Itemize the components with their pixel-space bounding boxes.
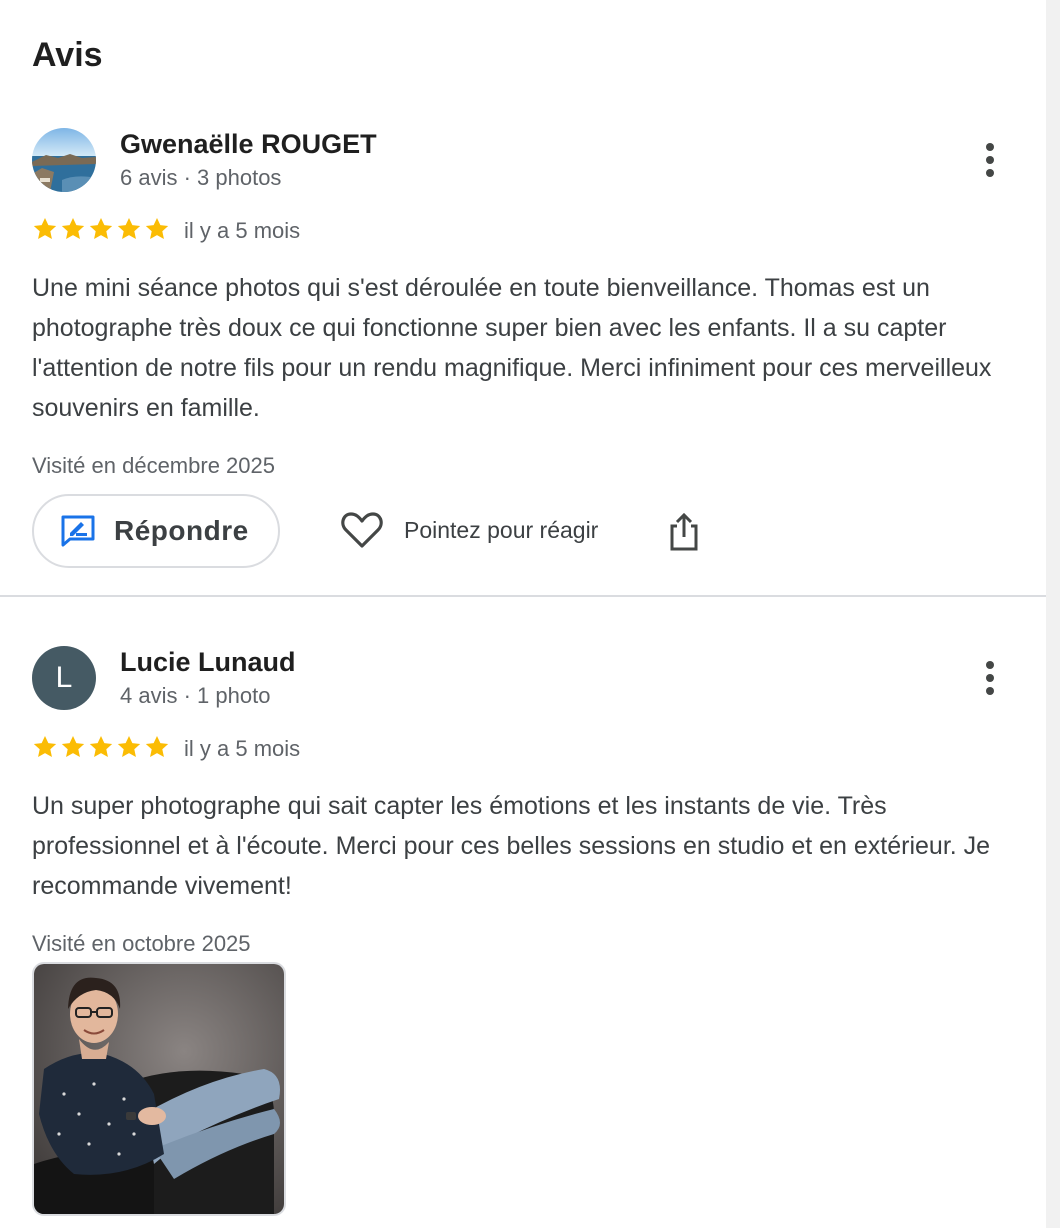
- reviews-page: Avis Gwenaëlle ROUGET 6 avis · 3 photos: [0, 0, 1060, 1228]
- avatar[interactable]: L: [32, 646, 96, 710]
- author-meta: 4 avis · 1 photo: [120, 683, 271, 708]
- author-meta: 6 avis · 3 photos: [120, 165, 282, 190]
- more-options-button[interactable]: [972, 140, 1008, 180]
- star-rating: [32, 734, 170, 760]
- more-vert-icon: [986, 143, 994, 177]
- heart-outline-icon: [341, 512, 383, 548]
- review-text: Un super photographe qui sait capter les…: [32, 792, 991, 900]
- star-icon: [145, 217, 169, 239]
- share-icon: [670, 512, 698, 551]
- star-icon: [33, 735, 57, 757]
- scrollbar-track[interactable]: [1046, 0, 1060, 1228]
- visited-date: Visité en décembre 2025: [32, 453, 275, 478]
- star-icon: [117, 735, 141, 757]
- author-name[interactable]: Gwenaëlle ROUGET: [120, 127, 377, 161]
- star-icon: [89, 735, 113, 757]
- star-rating: [32, 216, 170, 242]
- react-label: Pointez pour réagir: [404, 516, 599, 543]
- avatar[interactable]: [32, 128, 96, 192]
- star-icon: [145, 735, 169, 757]
- review-photo-image: [34, 964, 284, 1214]
- review-text: Une mini séance photos qui s'est déroulé…: [32, 274, 992, 422]
- author-name[interactable]: Lucie Lunaud: [120, 645, 296, 679]
- react-button[interactable]: Pointez pour réagir: [340, 510, 598, 550]
- review-date: il y a 5 mois: [184, 736, 301, 761]
- review-photo[interactable]: [32, 962, 286, 1216]
- star-icon: [61, 735, 85, 757]
- avatar-landscape-image: [32, 128, 96, 192]
- more-options-button[interactable]: [972, 658, 1008, 698]
- star-icon: [89, 217, 113, 239]
- star-icon: [117, 217, 141, 239]
- visited-date: Visité en octobre 2025: [32, 931, 251, 956]
- section-title: Avis: [32, 36, 103, 74]
- reply-label: Répondre: [114, 515, 249, 546]
- divider: [0, 595, 1046, 597]
- star-icon: [33, 217, 57, 239]
- reply-button[interactable]: Répondre: [32, 494, 280, 568]
- more-vert-icon: [986, 661, 994, 695]
- share-button[interactable]: [666, 512, 702, 557]
- star-icon: [61, 217, 85, 239]
- review-date: il y a 5 mois: [184, 218, 301, 243]
- reply-edit-icon: [61, 515, 95, 547]
